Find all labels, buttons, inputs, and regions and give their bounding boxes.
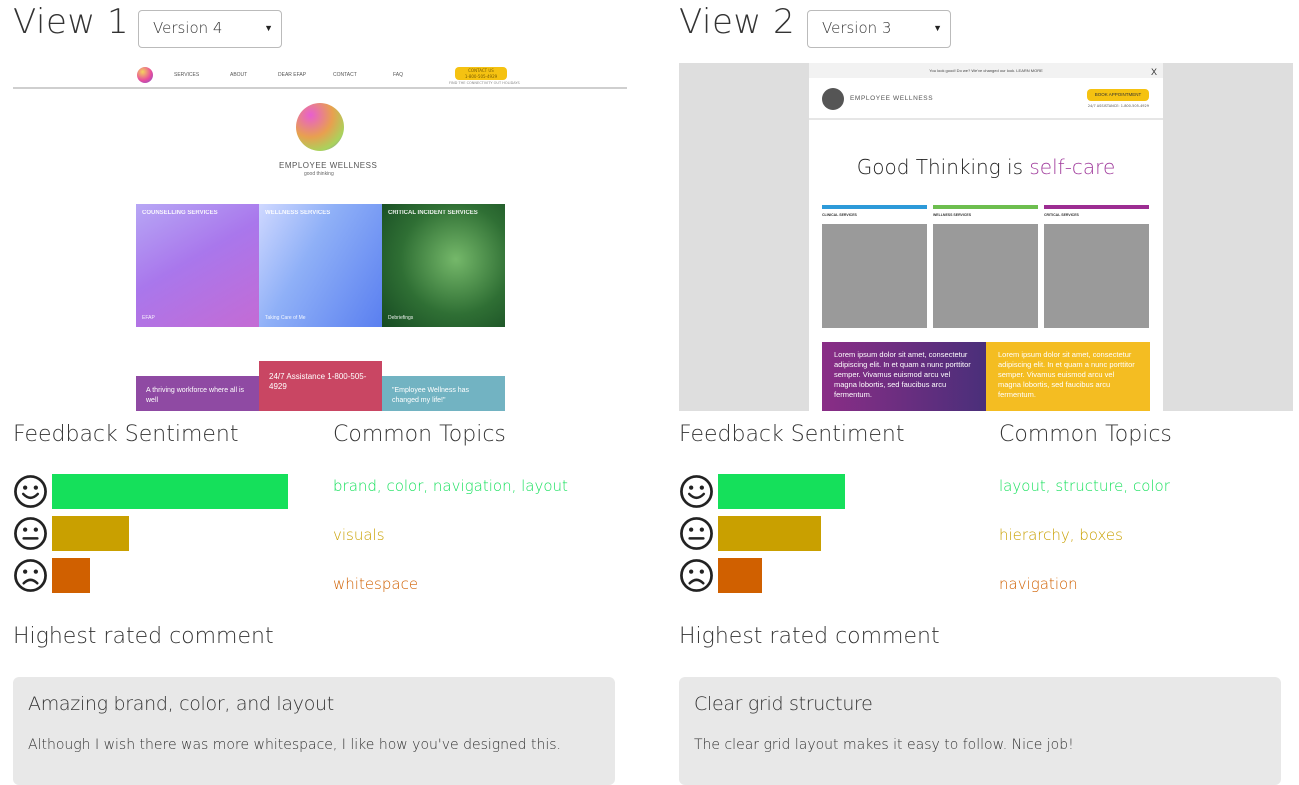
common-topics-heading: Common Topics: [333, 422, 506, 447]
preview-logo: [822, 88, 844, 110]
view-2-version-value: Version 3: [822, 19, 892, 37]
preview-assistance-text: 24/7 ASSISTANCE: 1-800-505-4929: [1087, 104, 1149, 108]
smiley-happy-icon: [14, 475, 47, 508]
view-2-preview: You look good! Do we? We've changed our …: [679, 63, 1293, 411]
preview-nav-bar: SERVICES ABOUT DEAR EFAP CONTACT FAQ CON…: [13, 63, 627, 89]
feedback-sentiment-heading: Feedback Sentiment: [679, 422, 905, 447]
preview-hero-prefix: Good Thinking is: [856, 155, 1030, 179]
highest-rated-heading: Highest rated comment: [679, 624, 940, 649]
topics-negative: whitespace: [333, 575, 419, 593]
preview-band-yellow: Lorem ipsum dolor sit amet, consectetur …: [986, 342, 1150, 411]
preview-announcement-text: You look good! Do we? We've changed our …: [929, 68, 1043, 73]
view-1-preview: SERVICES ABOUT DEAR EFAP CONTACT FAQ CON…: [13, 63, 627, 411]
preview-header: EMPLOYEE WELLNESS BOOK APPOINTMENT 24/7 …: [809, 78, 1163, 120]
preview-page: You look good! Do we? We've changed our …: [809, 63, 1163, 411]
topics-negative: navigation: [999, 575, 1078, 593]
preview-card-clinical: CLINICAL SERVICES: [822, 205, 927, 328]
preview-logo: [137, 67, 153, 83]
preview-brand-tagline: good thinking: [304, 171, 334, 177]
preview-brand-name: EMPLOYEE WELLNESS: [850, 95, 934, 102]
smiley-sad-icon: [680, 559, 713, 592]
view-1-version-select[interactable]: Version 4 ▼: [138, 10, 282, 48]
preview-contact-sub: FIND THE CONNECTIVITY OUT HOLIDAYS: [449, 81, 520, 85]
sentiment-bar-positive: [718, 474, 845, 509]
preview-nav-item: ABOUT: [230, 72, 248, 78]
smiley-sad-icon: [14, 559, 47, 592]
sentiment-row-neutral: [679, 516, 979, 552]
preview-hero-accent: self-care: [1029, 155, 1116, 179]
preview-tile-title: WELLNESS SERVICES: [265, 210, 331, 216]
preview-tile-caption: Debriefings: [388, 315, 414, 321]
topics-positive: brand, color, navigation, layout: [333, 477, 568, 495]
preview-tile-title: COUNSELLING SERVICES: [142, 210, 218, 216]
sentiment-row-neutral: [13, 516, 313, 552]
preview-nav-item: CONTACT: [333, 72, 357, 78]
sentiment-bar-negative: [52, 558, 90, 593]
highest-rated-comment-card: Clear grid structure The clear grid layo…: [679, 677, 1281, 785]
comment-title: Amazing brand, color, and layout: [28, 693, 334, 715]
topics-positive: layout, structure, color: [999, 477, 1170, 495]
sentiment-row-negative: [13, 558, 313, 594]
sentiment-bar-negative: [718, 558, 762, 593]
preview-tile-caption: EFAP: [142, 315, 155, 321]
preview-tile-critical-incident: CRITICAL INCIDENT SERVICES Debriefings: [382, 204, 505, 327]
view-1-version-value: Version 4: [153, 19, 223, 37]
sentiment-row-positive: [13, 474, 313, 510]
feedback-sentiment-heading: Feedback Sentiment: [13, 422, 239, 447]
smiley-happy-icon: [680, 475, 713, 508]
comment-title: Clear grid structure: [694, 693, 873, 715]
preview-card-label: CLINICAL SERVICES: [822, 213, 857, 217]
sentiment-row-negative: [679, 558, 979, 594]
preview-card-wellness: WELLNESS SERVICES: [933, 205, 1038, 328]
sentiment-bar-neutral: [718, 516, 821, 551]
smiley-neutral-icon: [14, 517, 47, 550]
smiley-neutral-icon: [680, 517, 713, 550]
preview-tile-counselling: COUNSELLING SERVICES EFAP: [136, 204, 259, 327]
sentiment-bar-positive: [52, 474, 288, 509]
preview-card-accent: [1044, 205, 1149, 209]
chevron-down-icon: ▼: [264, 24, 273, 34]
preview-book-button: BOOK APPOINTMENT: [1087, 89, 1149, 101]
preview-brand-mark: [296, 103, 344, 151]
view-1-panel: View 1 Version 4 ▼ SERVICES ABOUT DEAR E…: [13, 0, 633, 785]
preview-band-workforce: A thriving workforce where all is well: [136, 376, 259, 411]
common-topics-heading: Common Topics: [999, 422, 1172, 447]
highest-rated-heading: Highest rated comment: [13, 624, 274, 649]
comment-body: The clear grid layout makes it easy to f…: [694, 737, 1074, 753]
view-2-version-select[interactable]: Version 3 ▼: [807, 10, 951, 48]
preview-card-accent: [822, 205, 927, 209]
preview-card-accent: [933, 205, 1038, 209]
preview-band-assistance: 24/7 Assistance 1-800-505-4929: [259, 361, 382, 411]
chevron-down-icon: ▼: [933, 24, 942, 34]
preview-tile-caption: Taking Care of Me: [265, 315, 306, 321]
preview-hero-heading: Good Thinking is self-care: [809, 155, 1163, 179]
preview-card-critical: CRITICAL SERVICES: [1044, 205, 1149, 328]
preview-nav-item: FAQ: [393, 72, 404, 78]
preview-band-purple: Lorem ipsum dolor sit amet, consectetur …: [822, 342, 986, 411]
preview-contact-phone: 1-800-505-4929: [464, 74, 498, 79]
sentiment-row-positive: [679, 474, 979, 510]
preview-tile-wellness: WELLNESS SERVICES Taking Care of Me: [259, 204, 382, 327]
preview-contact-button: CONTACT US 1-800-505-4929: [455, 67, 507, 80]
view-2-panel: View 2 Version 3 ▼ You look good! Do we?…: [679, 0, 1299, 785]
preview-tile-title: CRITICAL INCIDENT SERVICES: [388, 210, 478, 216]
sentiment-bar-neutral: [52, 516, 129, 551]
preview-card-label: WELLNESS SERVICES: [933, 213, 972, 217]
preview-card-image: [822, 224, 927, 328]
preview-announcement-bar: You look good! Do we? We've changed our …: [809, 63, 1163, 78]
view-2-title: View 2: [679, 2, 796, 42]
preview-card-image: [1044, 224, 1149, 328]
preview-nav-item: DEAR EFAP: [278, 72, 307, 78]
view-1-title: View 1: [13, 2, 130, 42]
preview-card-label: CRITICAL SERVICES: [1044, 213, 1079, 217]
highest-rated-comment-card: Amazing brand, color, and layout Althoug…: [13, 677, 615, 785]
preview-card-image: [933, 224, 1038, 328]
preview-nav-item: SERVICES: [174, 72, 200, 78]
preview-brand-name: EMPLOYEE WELLNESS: [279, 161, 378, 170]
comment-body: Although I wish there was more whitespac…: [28, 737, 561, 753]
topics-neutral: hierarchy, boxes: [999, 526, 1123, 544]
topics-neutral: visuals: [333, 526, 385, 544]
preview-band-quote: "Employee Wellness has changed my life!": [382, 376, 505, 411]
